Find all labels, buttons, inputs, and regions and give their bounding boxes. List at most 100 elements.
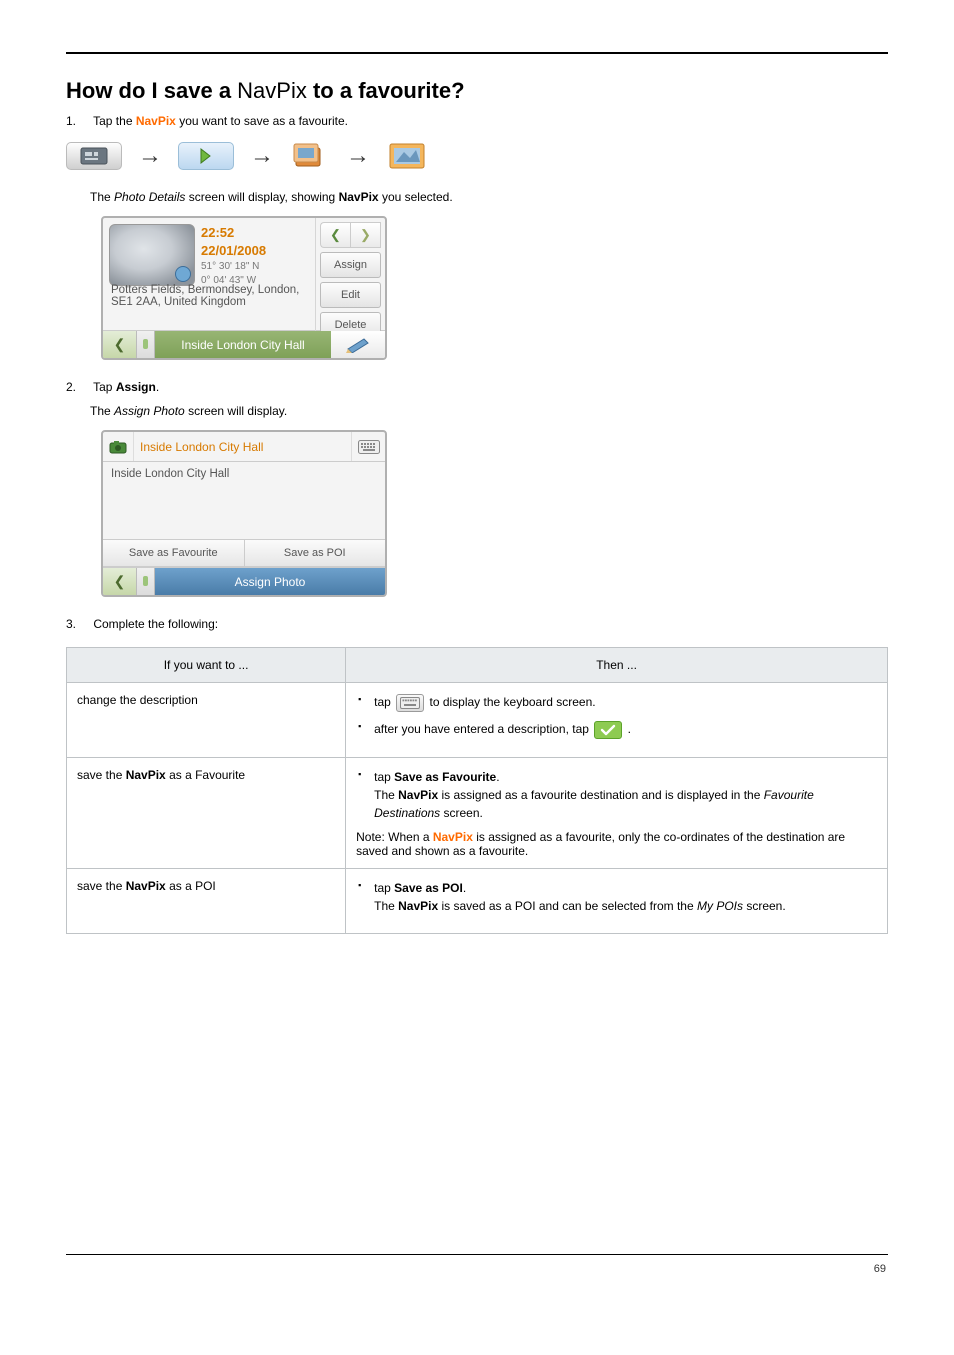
prev-photo-button[interactable]: ❮ <box>320 222 350 248</box>
photo-meta: 22:52 22/01/2008 51° 30' 18" N 0° 04' 43… <box>201 224 266 336</box>
r2-i1-l2post2: screen. <box>440 806 483 820</box>
r3-c1-nav: NavPix <box>126 879 166 893</box>
table-row: save the NavPix as a Favourite tap Save … <box>67 757 888 868</box>
r1-i2-pre: after you have entered a description, ta… <box>374 722 592 736</box>
step2-pre: Tap <box>93 380 116 394</box>
r2-note-nav: NavPix <box>433 830 473 844</box>
photo-date: 22/01/2008 <box>201 242 266 260</box>
page-footer: 69 <box>66 1263 888 1275</box>
r1-i2-post: . <box>628 722 631 736</box>
next-arrow-icon <box>196 146 216 166</box>
assign-button[interactable]: Assign <box>320 252 381 278</box>
r3-i1-post: . <box>463 881 466 895</box>
ok-icon <box>600 724 616 736</box>
screen-title: Assign Photo <box>155 568 385 595</box>
r3-i1-l2pre: The <box>374 899 398 913</box>
shot2-header: Inside London City Hall <box>103 432 385 462</box>
keyboard-icon <box>400 697 420 709</box>
step-3: 3. Complete the following: <box>66 615 888 633</box>
photo-lat: 51° 30' 18" N <box>201 260 266 274</box>
arrow-icon: → <box>346 142 370 170</box>
page-number: 69 <box>874 1263 886 1275</box>
line2-post: screen will display, showing <box>185 190 338 204</box>
step-3-text: Complete the following: <box>93 617 218 631</box>
list-item: tap Save as POI. The NavPix is saved as … <box>356 879 877 915</box>
step-1-pre: Tap the <box>93 114 136 128</box>
row3-c2: tap Save as POI. The NavPix is saved as … <box>346 868 888 933</box>
screen-title: Inside London City Hall <box>155 331 331 358</box>
row1-c1: change the description <box>67 683 346 758</box>
list-item: tap to display the keyboard screen. <box>356 693 877 712</box>
keyboard-button[interactable] <box>351 432 385 461</box>
r1-i1-post: to display the keyboard screen. <box>429 695 595 709</box>
step-1: 1. Tap the NavPix you want to save as a … <box>66 112 888 130</box>
heading: How do I save a NavPix to a favourite? <box>66 78 888 104</box>
rule-bottom <box>66 1254 888 1255</box>
step2-bold: Assign <box>116 380 156 394</box>
r3-c1-post: as a POI <box>166 879 216 893</box>
pencil-icon <box>344 337 372 353</box>
r2-i1-l2post: is assigned as a favourite destination a… <box>438 788 764 802</box>
row1-c2: tap to display the keyboard screen. afte… <box>346 683 888 758</box>
arrow-icon: → <box>250 142 274 170</box>
photo-details-screenshot: 22:52 22/01/2008 51° 30' 18" N 0° 04' 43… <box>101 216 387 360</box>
line-2: The Photo Details screen will display, s… <box>90 188 888 206</box>
shot1-bottom-bar: ❮ Inside London City Hall <box>103 330 385 358</box>
r3-i1-l2post2: screen. <box>743 899 786 913</box>
r2-i1-pre: tap <box>374 770 394 784</box>
keyboard-inline-button[interactable] <box>396 694 424 712</box>
r3-i1-pre: tap <box>374 881 394 895</box>
r3-i1-bold: Save as POI <box>394 881 463 895</box>
photo-button[interactable] <box>386 138 432 174</box>
r2-c1-pre: save the <box>77 768 126 782</box>
line2-bold: Photo Details <box>114 190 185 204</box>
ok-inline-button[interactable] <box>594 721 622 739</box>
shot1-right: ❮ ❯ Assign Edit Delete <box>315 218 385 342</box>
row2-c1: save the NavPix as a Favourite <box>67 757 346 868</box>
back-button[interactable]: ❮ <box>103 568 137 595</box>
assign-header-label: Inside London City Hall <box>133 432 351 461</box>
shot1-top: 22:52 22/01/2008 51° 30' 18" N 0° 04' 43… <box>103 218 385 342</box>
back-button[interactable]: ❮ <box>103 331 137 358</box>
r2-c1-nav: NavPix <box>126 768 166 782</box>
step-1-post: you want to save as a favourite. <box>176 114 348 128</box>
next-photo-button[interactable]: ❯ <box>350 222 381 248</box>
line2-post2: you selected. <box>379 190 453 204</box>
step2-sub-post: screen will display. <box>185 404 287 418</box>
assign-photo-screenshot: Inside London City Hall Inside London Ci… <box>101 430 387 597</box>
edit-tool-button[interactable] <box>331 331 385 358</box>
shot2-bottom-bar: ❮ Assign Photo <box>103 567 385 595</box>
table-row: change the description tap to display th… <box>67 683 888 758</box>
assign-body: Inside London City Hall <box>103 462 385 540</box>
next-arrow-button[interactable] <box>178 142 234 170</box>
heading-pre: How do I save a <box>66 78 237 103</box>
album-button[interactable] <box>290 138 330 174</box>
photo-icon <box>386 138 432 174</box>
step-1-nav: NavPix <box>136 114 176 128</box>
r3-i1-l2it: My POIs <box>697 899 743 913</box>
shot1-left: 22:52 22/01/2008 51° 30' 18" N 0° 04' 43… <box>103 218 315 342</box>
r2-i1-l2pre: The <box>374 788 398 802</box>
row2-c2: tap Save as Favourite. The NavPix is ass… <box>346 757 888 868</box>
r2-i1-bold: Save as Favourite <box>394 770 496 784</box>
step-1-num: 1. <box>66 112 90 130</box>
photo-address: Potters Fields, Bermondsey, London, SE1 … <box>103 284 313 316</box>
row3-c1: save the NavPix as a POI <box>67 868 346 933</box>
line2-nav: NavPix <box>339 190 379 204</box>
photo-app-button[interactable] <box>66 142 122 170</box>
r2-i1-post: . <box>496 770 499 784</box>
r2-i1-l2nav: NavPix <box>398 788 438 802</box>
list-item: tap Save as Favourite. The NavPix is ass… <box>356 768 877 822</box>
r3-i1-l2post: is saved as a POI and can be selected fr… <box>438 899 697 913</box>
r3-i1-l2nav: NavPix <box>398 899 438 913</box>
list-item: after you have entered a description, ta… <box>356 720 877 739</box>
save-favourite-button[interactable]: Save as Favourite <box>103 540 245 566</box>
navpix-thumbnail[interactable] <box>109 224 195 286</box>
save-poi-button[interactable]: Save as POI <box>245 540 386 566</box>
edit-button[interactable]: Edit <box>320 282 381 308</box>
row severity-note: Note: When a NavPix is assigned as a fav… <box>356 830 877 858</box>
camera-icon <box>109 440 127 454</box>
table-row: save the NavPix as a POI tap Save as POI… <box>67 868 888 933</box>
step-2: 2. Tap Assign. <box>66 378 888 396</box>
scroll-indicator <box>137 568 155 595</box>
